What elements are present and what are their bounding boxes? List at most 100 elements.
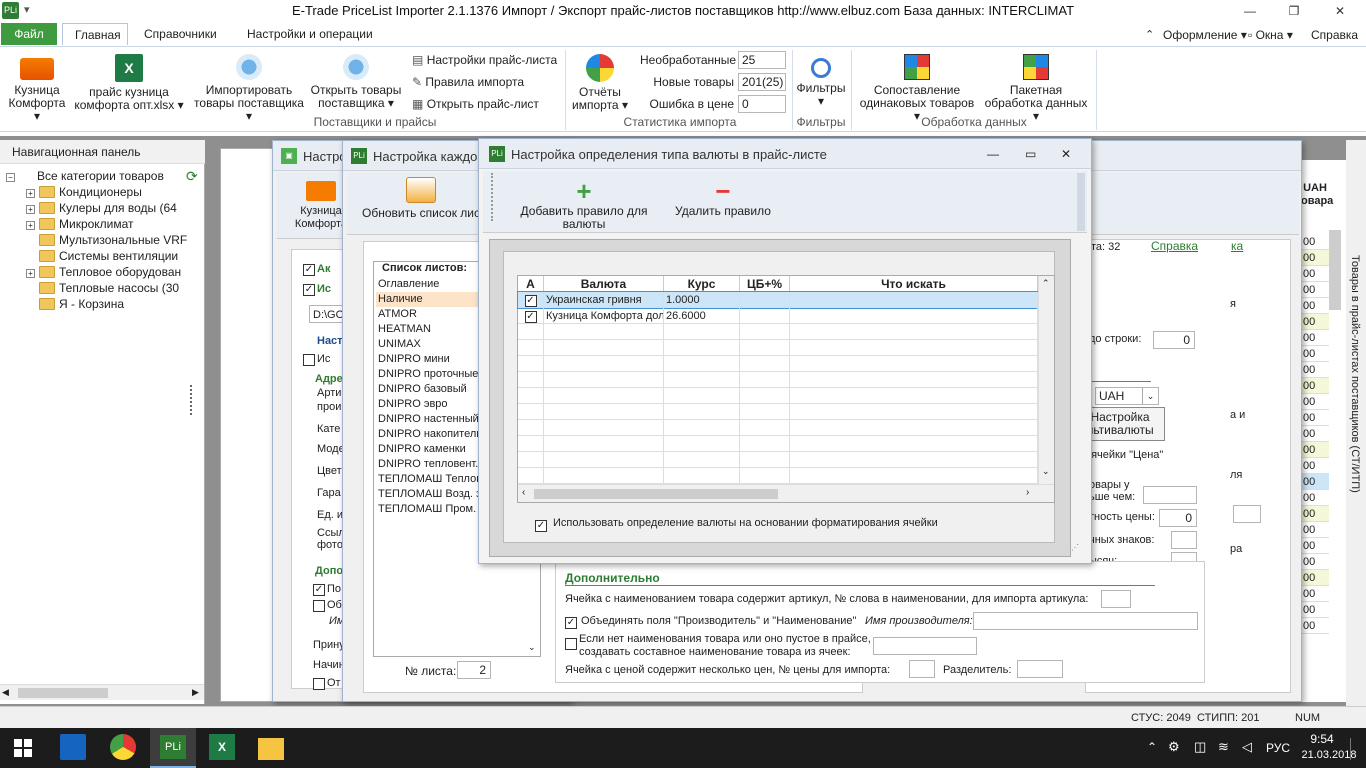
table-cell[interactable] (790, 436, 1038, 452)
table-cell[interactable] (544, 452, 664, 468)
scrollbar-thumb[interactable] (18, 688, 108, 698)
table-cell[interactable] (740, 468, 790, 484)
table-cell[interactable] (790, 356, 1038, 372)
table-cell[interactable] (518, 436, 544, 452)
table-cell[interactable] (518, 404, 544, 420)
open-pricelist-button[interactable]: ▦ Открыть прайс-лист (412, 95, 539, 113)
table-cell[interactable] (518, 388, 544, 404)
table-cell[interactable] (664, 452, 740, 468)
grid-cell[interactable]: 00 (1301, 618, 1329, 634)
refresh-icon[interactable]: ⟳ (186, 168, 198, 185)
table-cell[interactable] (664, 404, 740, 420)
sheet-item[interactable]: DNIPRO тепловент. (376, 457, 480, 472)
table-cell[interactable] (790, 340, 1038, 356)
expand-icon[interactable]: + (26, 221, 35, 230)
table-cell[interactable] (740, 388, 790, 404)
keyboard-language[interactable]: РУС (1266, 741, 1290, 755)
table-row[interactable]: ✓ Кузница Комфорта дол 26.6000 (518, 308, 1038, 324)
pricelist-file-button[interactable]: X прайс кузница комфорта опт.xlsx ▾ (74, 54, 184, 112)
table-row[interactable] (518, 404, 1038, 420)
table-cell[interactable] (790, 388, 1038, 404)
stat-value-price-error[interactable]: 0 (738, 95, 786, 113)
taskbar-active-app[interactable]: PLi (150, 728, 196, 768)
splitter-handle[interactable] (190, 385, 196, 415)
refresh-sheets-button[interactable]: Обновить список лис (361, 177, 481, 220)
wifi-icon[interactable]: ≋ (1218, 739, 1229, 755)
min-price-input[interactable] (1143, 486, 1197, 504)
precision-input[interactable]: 0 (1159, 509, 1197, 527)
minimize-icon[interactable]: — (1240, 3, 1260, 19)
checkbox[interactable]: ✓ (303, 264, 315, 276)
grid-cell[interactable]: 00 (1301, 490, 1329, 506)
grid-cell[interactable]: 00 (1301, 266, 1329, 282)
table-cell[interactable] (790, 452, 1038, 468)
table-cell[interactable] (518, 356, 544, 372)
table-cell[interactable] (790, 372, 1038, 388)
tab-main[interactable]: Главная (62, 23, 128, 45)
sheet-item[interactable]: ТЕПЛОМАШ Теплове (376, 472, 480, 487)
grid-cell[interactable]: 00 (1301, 378, 1329, 394)
network-icon[interactable]: ⚙ (1168, 739, 1180, 755)
scroll-up-icon[interactable]: ⌃ (1042, 278, 1050, 289)
menu-appearance[interactable]: Оформление ▾ (1163, 28, 1247, 42)
currency-rules-grid[interactable]: A Валюта Курс ЦБ+% Что искать ✓ Украинска… (517, 275, 1055, 503)
tab-settings[interactable]: Настройки и операции (235, 23, 385, 45)
table-cell[interactable] (790, 404, 1038, 420)
column-header-search[interactable]: Что искать (790, 276, 1038, 292)
table-cell[interactable] (664, 356, 740, 372)
sheet-item[interactable]: DNIPRO мини (376, 352, 480, 367)
file-explorer-icon[interactable] (258, 738, 284, 760)
filters-button[interactable]: Фильтры ▾ (796, 54, 846, 108)
expand-icon[interactable]: + (26, 189, 35, 198)
article-word-input[interactable] (1101, 590, 1131, 608)
grid-cell[interactable]: 00 (1301, 426, 1329, 442)
stat-value-new[interactable]: 201(25) (738, 73, 786, 91)
table-row[interactable] (518, 436, 1038, 452)
supplier-kuznica-button[interactable]: Кузница Комфорта ▾ (6, 54, 68, 123)
sheet-item[interactable]: ТЕПЛОМАШ Возд. за (376, 487, 480, 502)
tree-item[interactable]: Тепловые насосы (30 (26, 280, 179, 296)
chrome-icon[interactable] (110, 734, 136, 760)
sheet-number-input[interactable]: 2 (457, 661, 491, 679)
sheet-item[interactable]: DNIPRO эвро (376, 397, 480, 412)
checkbox[interactable] (565, 638, 577, 650)
sheet-item[interactable]: Наличие (376, 292, 480, 307)
table-row[interactable]: ✓ Украинская гривня 1.0000 (517, 291, 1039, 309)
tree-item[interactable]: Мультизональные VRF (26, 232, 187, 248)
scroll-left-icon[interactable]: ‹ (522, 487, 525, 498)
maker-input[interactable] (973, 612, 1198, 630)
tree-item[interactable]: Системы вентиляции (26, 248, 178, 264)
checkbox[interactable]: ✓ (535, 520, 547, 532)
grid-cell[interactable]: 00 (1301, 506, 1329, 522)
table-cell[interactable] (664, 340, 740, 356)
extra-input[interactable] (1233, 505, 1261, 523)
tray-app-icon[interactable]: ◫ (1194, 739, 1206, 755)
resize-grip-icon[interactable]: ⋰ (1071, 543, 1079, 552)
table-cell[interactable] (740, 356, 790, 372)
table-row[interactable] (518, 356, 1038, 372)
stat-value-unprocessed[interactable]: 25 (738, 51, 786, 69)
table-cell[interactable] (544, 420, 664, 436)
sheet-item[interactable]: HEATMAN (376, 322, 480, 337)
table-row[interactable] (518, 452, 1038, 468)
table-cell[interactable] (518, 324, 544, 340)
checkbox[interactable] (313, 678, 325, 690)
table-cell[interactable] (544, 372, 664, 388)
vertical-scrollbar-thumb[interactable] (1329, 230, 1341, 310)
column-header-cb[interactable]: ЦБ+% (740, 276, 790, 292)
table-cell[interactable]: ✓ (518, 308, 544, 324)
column-header-currency[interactable]: Валюта (544, 276, 664, 292)
menu-windows[interactable]: ▫ Окна ▾ (1248, 28, 1293, 42)
tree-item[interactable]: + Кулеры для воды (64 (26, 200, 177, 216)
horizontal-scrollbar[interactable]: ‹ › (518, 484, 1054, 502)
sheet-item[interactable]: DNIPRO проточные (376, 367, 480, 382)
open-goods-button[interactable]: Открыть товары поставщика ▾ (310, 54, 402, 110)
table-cell[interactable] (740, 308, 790, 324)
scroll-right-icon[interactable]: ▶ (192, 687, 199, 698)
tree-item[interactable]: Я - Корзина (26, 296, 124, 312)
compare-goods-button[interactable]: Сопоставление одинаковых товаров ▾ (856, 54, 978, 123)
sheet-item[interactable]: DNIPRO накопители (376, 427, 480, 442)
add-currency-rule-button[interactable]: + Добавить правило для валюты (499, 178, 669, 231)
import-goods-button[interactable]: Импортировать товары поставщика ▾ (190, 54, 308, 123)
import-reports-button[interactable]: Отчёты импорта ▾ (570, 54, 630, 112)
